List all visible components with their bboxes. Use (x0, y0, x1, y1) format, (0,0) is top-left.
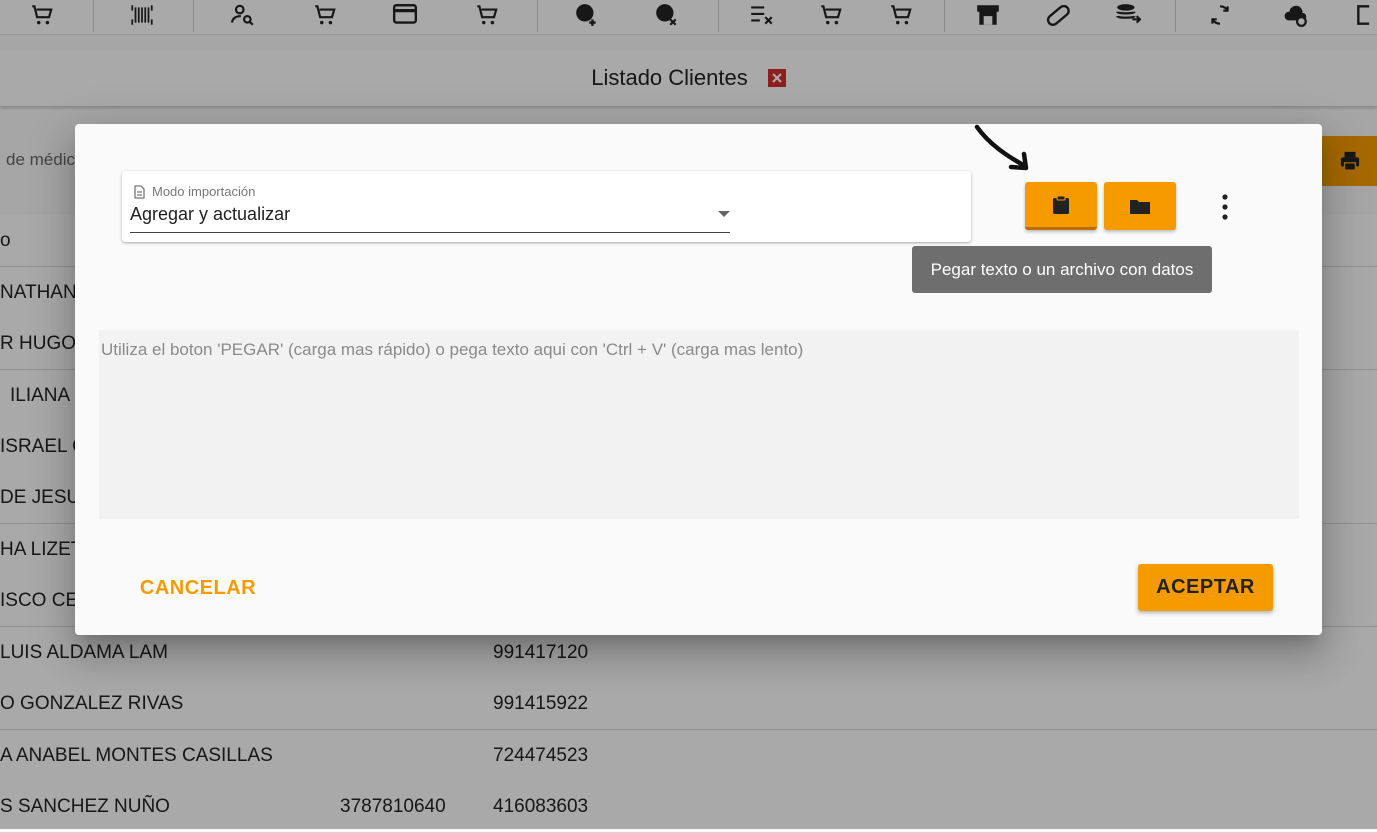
import-mode-select[interactable]: Modo importación Agregar y actualizar (122, 171, 971, 242)
more-options-button[interactable] (1213, 192, 1237, 222)
folder-icon (1130, 200, 1150, 214)
import-mode-label: Modo importación (152, 184, 256, 199)
paste-tooltip: Pegar texto o un archivo con datos (912, 246, 1212, 293)
accept-button[interactable]: ACEPTAR (1138, 564, 1273, 611)
document-icon (134, 184, 145, 199)
clipboard-icon (1053, 195, 1069, 214)
select-underline (130, 232, 730, 233)
more-vert-icon (1222, 194, 1228, 220)
import-dialog: Modo importación Agregar y actualizar Pe… (75, 124, 1322, 635)
paste-button[interactable] (1025, 182, 1097, 230)
import-mode-label-wrap: Modo importación (133, 184, 255, 199)
annotation-arrow-icon (974, 124, 1029, 171)
cancel-button[interactable]: CANCELAR (133, 564, 263, 612)
import-mode-value[interactable]: Agregar y actualizar (130, 204, 290, 225)
dropdown-arrow-icon[interactable] (718, 211, 730, 217)
open-file-button[interactable] (1104, 182, 1176, 230)
paste-textarea[interactable]: Utiliza el boton 'PEGAR' (carga mas rápi… (99, 330, 1299, 519)
